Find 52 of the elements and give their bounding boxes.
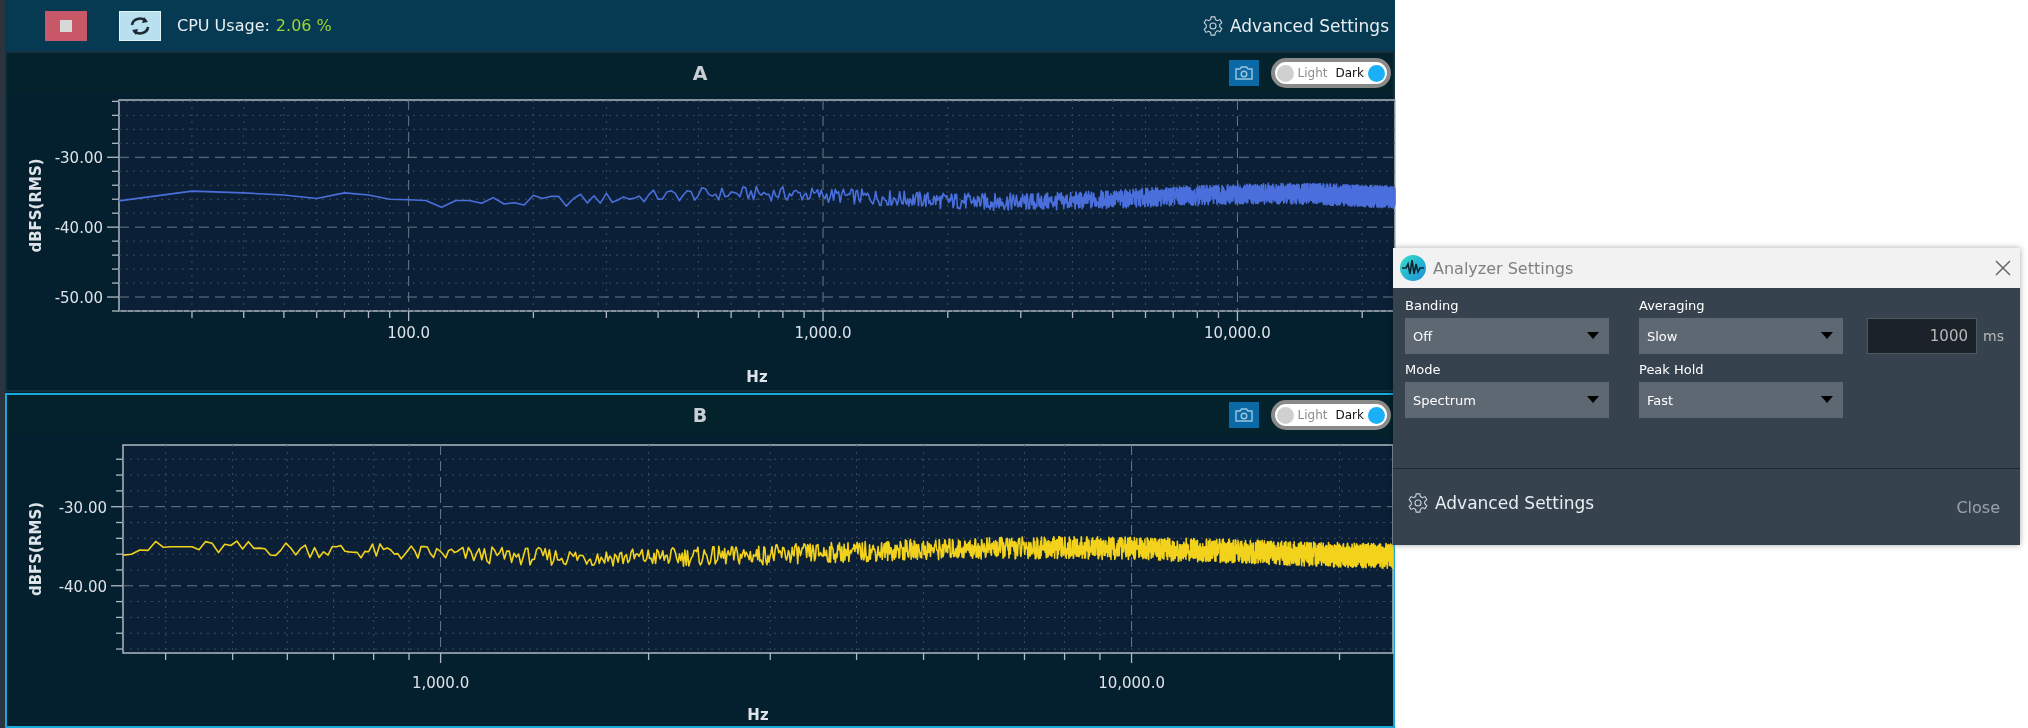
axis-tick-label: 100.0 bbox=[387, 324, 431, 342]
caret-icon bbox=[1821, 396, 1833, 404]
toggle-option[interactable]: Dark bbox=[1335, 64, 1385, 82]
dropdown[interactable]: Fast bbox=[1639, 382, 1843, 418]
cpu-label: CPU Usage: bbox=[177, 16, 270, 35]
advanced-settings-link[interactable]: Advanced Settings bbox=[1201, 14, 1389, 37]
axis-tick-label: 1,000.0 bbox=[411, 674, 470, 692]
dropdown[interactable]: Slow bbox=[1639, 318, 1843, 354]
axis-tick-label: -30.00 bbox=[54, 149, 103, 168]
waveform-icon bbox=[1399, 254, 1427, 282]
camera-icon bbox=[1233, 407, 1254, 423]
cpu-value: 2.06 % bbox=[275, 16, 332, 35]
toggle-option[interactable]: Dark bbox=[1335, 406, 1385, 424]
dropdown[interactable]: Off bbox=[1405, 318, 1609, 354]
axis-title: dBFS(RMS) bbox=[27, 501, 45, 597]
axis-tick-label: -50.00 bbox=[54, 289, 103, 308]
axis-tick-label: -30.00 bbox=[58, 498, 107, 517]
close-icon[interactable] bbox=[1994, 259, 2012, 277]
gear-icon bbox=[1201, 14, 1224, 37]
axis-tick-label: 10,000.0 bbox=[1098, 674, 1165, 692]
chart-title: B bbox=[692, 404, 708, 426]
theme-toggle[interactable]: Light Dark bbox=[1270, 58, 1391, 88]
chart-title: A bbox=[692, 62, 708, 84]
axis-title: dBFS(RMS) bbox=[27, 158, 45, 253]
gear-icon bbox=[1407, 492, 1429, 514]
camera-button[interactable] bbox=[1228, 60, 1259, 86]
axis-tick-label: 1,000.0 bbox=[794, 324, 852, 342]
axis-title: Hz bbox=[747, 706, 769, 724]
caret-icon bbox=[1587, 396, 1599, 404]
close-button[interactable]: Close bbox=[1956, 497, 2000, 517]
caret-icon bbox=[1587, 332, 1599, 340]
dropdown[interactable]: Spectrum bbox=[1405, 382, 1609, 418]
axis-tick-label: -40.00 bbox=[58, 577, 107, 596]
axis-tick-label: -40.00 bbox=[54, 219, 103, 238]
unit-label: ms bbox=[1983, 328, 2004, 344]
field-label: Peak Hold bbox=[1639, 362, 1705, 377]
toggle-option[interactable]: Light bbox=[1276, 64, 1328, 82]
toggle-option[interactable]: Light bbox=[1276, 406, 1328, 424]
camera-icon bbox=[1233, 65, 1254, 81]
input-field[interactable]: 1000 bbox=[1867, 318, 1977, 354]
field-label: Mode bbox=[1405, 362, 1442, 377]
dialog-title: Analyzer Settings bbox=[1433, 258, 1574, 278]
field-label: Averaging bbox=[1639, 298, 1706, 313]
refresh-button[interactable] bbox=[119, 10, 161, 41]
field-label: Banding bbox=[1405, 298, 1460, 313]
stop-button[interactable] bbox=[45, 10, 87, 41]
advanced-settings-link[interactable]: Advanced Settings bbox=[1407, 492, 1595, 514]
axis-tick-label: 10,000.0 bbox=[1204, 324, 1271, 342]
axis-title: Hz bbox=[746, 368, 768, 386]
camera-button[interactable] bbox=[1228, 402, 1259, 428]
theme-toggle[interactable]: Light Dark bbox=[1270, 400, 1391, 430]
caret-icon bbox=[1821, 332, 1833, 340]
